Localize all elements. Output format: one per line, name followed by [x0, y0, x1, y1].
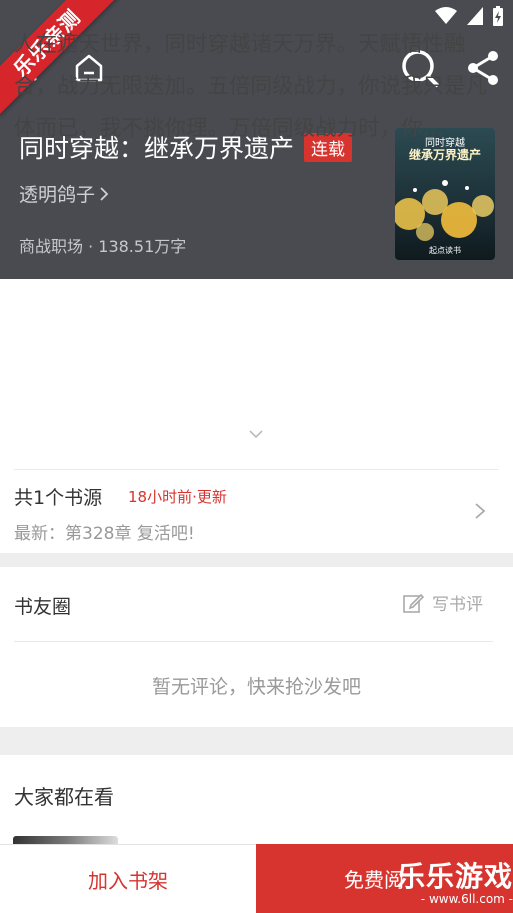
source-count: 共1个书源: [14, 487, 103, 509]
wifi-icon: [435, 7, 457, 24]
add-to-shelf-button[interactable]: 加入书架: [0, 844, 256, 913]
divider: [14, 469, 499, 470]
book-meta: 商战职场 · 138.51万字: [19, 237, 187, 256]
battery-icon: [493, 6, 503, 26]
chevron-right-icon: [475, 503, 486, 519]
write-review-button[interactable]: 写书评: [402, 590, 483, 615]
signal-icon: [467, 7, 483, 25]
synopsis-section: [0, 279, 513, 553]
watermark-brand: 乐乐游戏: [397, 860, 513, 893]
popular-title: 大家都在看: [14, 785, 114, 809]
watermark-logo: 乐乐游戏 - www.6ll.com -: [397, 860, 513, 907]
author-link[interactable]: 透明鸽子: [19, 180, 109, 207]
expand-chevron-icon[interactable]: [247, 427, 265, 441]
edit-icon: [403, 593, 424, 613]
author-name: 透明鸽子: [19, 184, 96, 206]
divider: [14, 641, 493, 642]
status-bar: [435, 6, 503, 26]
latest-chapter: 最新：第328章 复活吧!: [14, 524, 195, 544]
empty-comments-text: 暂无评论，快来抢沙发吧: [151, 676, 361, 698]
watermark-url: - www.6ll.com -: [420, 892, 513, 906]
chevron-right-icon: [100, 186, 109, 201]
synopsis-text: 人在遮天世界，同时穿越诸天万界。天赋悟性融合，战力无限迭加。五倍同级战力，你说我…: [14, 32, 488, 141]
forum-title: 书友圈: [14, 596, 72, 618]
write-review-label: 写书评: [432, 595, 483, 615]
source-update-time: 18小时前·更新: [128, 488, 227, 506]
cover-publisher: 起点读书: [429, 246, 461, 255]
